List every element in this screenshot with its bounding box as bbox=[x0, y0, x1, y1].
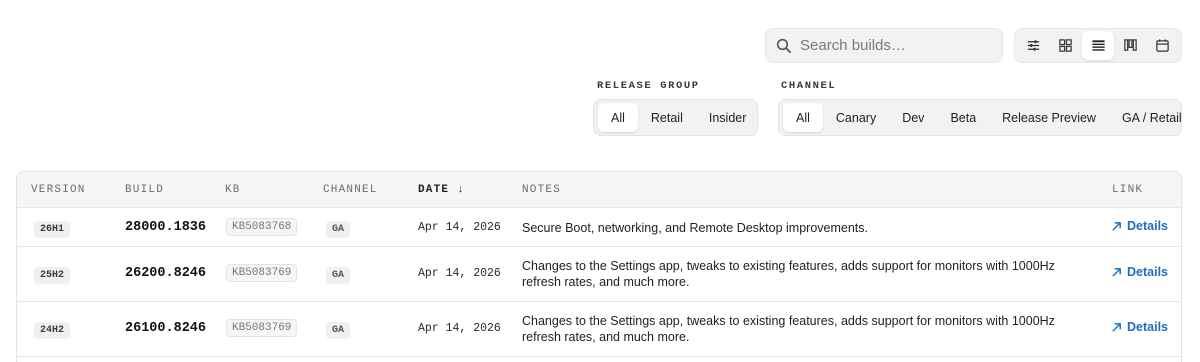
kb-badge[interactable]: KB5083768 bbox=[226, 218, 298, 236]
list-icon bbox=[1091, 40, 1105, 51]
external-arrow-icon bbox=[1112, 221, 1121, 231]
col-date[interactable]: DATE ↓ bbox=[418, 184, 465, 196]
table-row[interactable]: 24H2 26100.8246 KB5083769 GA Apr 14, 202… bbox=[17, 302, 1181, 357]
columns-icon bbox=[1123, 39, 1137, 51]
col-date-label: DATE bbox=[418, 184, 450, 196]
channel-dev[interactable]: Dev bbox=[889, 103, 937, 132]
build-number: 26200.8246 bbox=[125, 266, 207, 281]
view-grid-button[interactable] bbox=[1050, 31, 1081, 60]
release-group-insider[interactable]: Insider bbox=[696, 103, 760, 132]
sort-desc-icon: ↓ bbox=[457, 184, 466, 196]
builds-table: VERSION BUILD KB CHANNEL DATE ↓ NOTES LIN… bbox=[16, 171, 1182, 362]
build-number: 26100.8246 bbox=[125, 321, 207, 336]
col-kb[interactable]: KB bbox=[225, 184, 241, 196]
external-arrow-icon bbox=[1112, 322, 1121, 332]
view-board-button[interactable] bbox=[1115, 31, 1146, 60]
kb-badge[interactable]: KB5083769 bbox=[226, 319, 298, 337]
release-notes: Changes to the Settings app, tweaks to e… bbox=[522, 259, 1055, 289]
release-date: Apr 14, 2026 bbox=[418, 221, 501, 234]
search-input[interactable] bbox=[800, 37, 990, 54]
release-group-all[interactable]: All bbox=[598, 103, 638, 132]
channel-release-preview[interactable]: Release Preview bbox=[989, 103, 1109, 132]
channel-ga-retail[interactable]: GA / Retail bbox=[1109, 103, 1195, 132]
details-link[interactable]: Details bbox=[1111, 265, 1168, 279]
sliders-icon bbox=[1027, 40, 1040, 51]
release-date: Apr 14, 2026 bbox=[418, 267, 501, 280]
view-filters-button[interactable] bbox=[1018, 31, 1049, 60]
channel-badge: GA bbox=[326, 322, 351, 339]
version-badge: 25H2 bbox=[34, 267, 71, 284]
details-link-label: Details bbox=[1127, 265, 1168, 279]
search-icon bbox=[776, 38, 792, 53]
details-link[interactable]: Details bbox=[1111, 219, 1168, 233]
channel-badge: GA bbox=[326, 267, 351, 284]
build-number: 28000.1836 bbox=[125, 220, 207, 235]
kb-badge[interactable]: KB5083769 bbox=[226, 264, 298, 282]
search-box[interactable] bbox=[765, 28, 1003, 63]
release-group-label: RELEASE GROUP bbox=[597, 80, 700, 92]
external-arrow-icon bbox=[1112, 267, 1121, 277]
col-version[interactable]: VERSION bbox=[31, 184, 86, 196]
table-header: VERSION BUILD KB CHANNEL DATE ↓ NOTES LIN… bbox=[17, 172, 1181, 208]
version-badge: 24H2 bbox=[34, 322, 71, 339]
col-channel[interactable]: CHANNEL bbox=[323, 184, 378, 196]
details-link-label: Details bbox=[1127, 219, 1168, 233]
channel-all[interactable]: All bbox=[783, 103, 823, 132]
table-row[interactable]: 25H2 26200.8246 KB5083769 GA Apr 14, 202… bbox=[17, 247, 1181, 302]
view-switcher bbox=[1014, 28, 1182, 63]
table-row[interactable]: 26H1 28000.1836 KB5083768 GA Apr 14, 202… bbox=[17, 208, 1181, 247]
release-notes: Changes to the Settings app, tweaks to e… bbox=[522, 314, 1055, 344]
details-link-label: Details bbox=[1127, 320, 1168, 334]
view-calendar-button[interactable] bbox=[1147, 31, 1178, 60]
view-list-button[interactable] bbox=[1082, 31, 1114, 60]
col-build[interactable]: BUILD bbox=[125, 184, 164, 196]
version-badge: 26H1 bbox=[34, 221, 71, 238]
channel-canary[interactable]: Canary bbox=[823, 103, 889, 132]
col-link: LINK bbox=[1112, 184, 1144, 196]
details-link[interactable]: Details bbox=[1111, 320, 1168, 334]
calendar-icon bbox=[1156, 39, 1169, 52]
release-date: Apr 14, 2026 bbox=[418, 322, 501, 335]
channel-segmented: All Canary Dev Beta Release Preview GA /… bbox=[778, 99, 1182, 136]
channel-badge: GA bbox=[326, 221, 351, 238]
channel-label: CHANNEL bbox=[781, 80, 837, 92]
release-notes: Secure Boot, networking, and Remote Desk… bbox=[522, 221, 869, 235]
grid-icon bbox=[1059, 39, 1073, 52]
col-notes[interactable]: NOTES bbox=[522, 184, 561, 196]
release-group-segmented: All Retail Insider bbox=[593, 99, 758, 136]
release-group-retail[interactable]: Retail bbox=[638, 103, 696, 132]
channel-beta[interactable]: Beta bbox=[937, 103, 989, 132]
